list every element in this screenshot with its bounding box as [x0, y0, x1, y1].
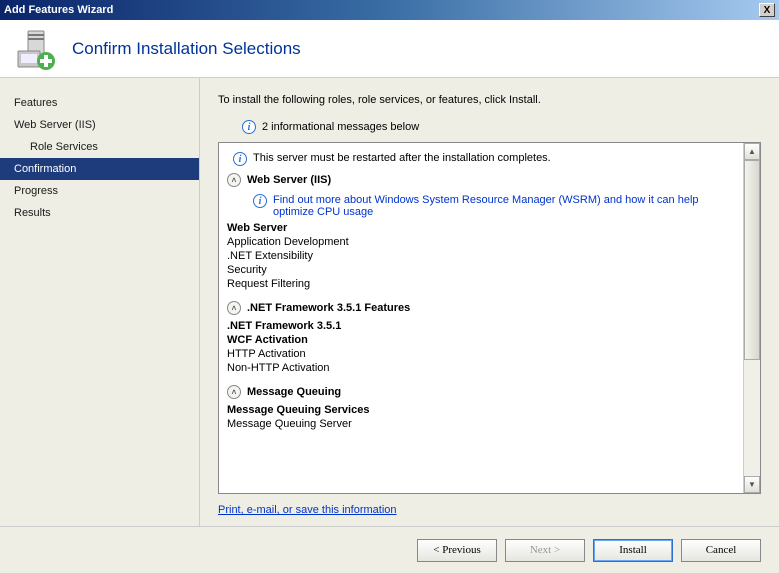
selections-panel: i This server must be restarted after th… — [218, 142, 761, 494]
section-header-netfx: ˄ .NET Framework 3.5.1 Features — [227, 297, 735, 319]
item-msmq-services: Message Queuing Services — [227, 403, 735, 417]
sidebar-item-role-services[interactable]: Role Services — [0, 136, 199, 158]
sidebar-item-features[interactable]: Features — [0, 92, 199, 114]
scroll-up-button[interactable]: ▲ — [744, 143, 760, 160]
scrollbar[interactable]: ▲ ▼ — [743, 143, 760, 493]
intro-text: To install the following roles, role ser… — [218, 94, 761, 106]
wizard-icon — [14, 27, 58, 71]
previous-button[interactable]: < Previous — [417, 539, 497, 562]
info-count-text: 2 informational messages below — [262, 121, 419, 133]
page-title: Confirm Installation Selections — [72, 39, 301, 59]
restart-message-row: i This server must be restarted after th… — [227, 149, 735, 169]
wizard-body: Features Web Server (IIS) Role Services … — [0, 78, 779, 526]
title-bar: Add Features Wizard X — [0, 0, 779, 20]
section-header-msmq: ˄ Message Queuing — [227, 381, 735, 403]
item-web-server: Web Server — [227, 221, 735, 235]
item-security: Security — [227, 263, 735, 277]
sidebar-item-confirmation[interactable]: Confirmation — [0, 158, 199, 180]
wsrm-link[interactable]: Find out more about Windows System Resou… — [273, 194, 735, 218]
info-icon: i — [253, 194, 267, 208]
install-button[interactable]: Install — [593, 539, 673, 562]
sidebar-item-progress[interactable]: Progress — [0, 180, 199, 202]
sidebar: Features Web Server (IIS) Role Services … — [0, 78, 200, 526]
section-header-iis: ˄ Web Server (IIS) — [227, 169, 735, 191]
wsrm-row: i Find out more about Windows System Res… — [227, 191, 735, 221]
collapse-icon[interactable]: ˄ — [227, 385, 241, 399]
scroll-down-button[interactable]: ▼ — [744, 476, 760, 493]
sidebar-item-results[interactable]: Results — [0, 202, 199, 224]
scroll-thumb[interactable] — [744, 160, 760, 360]
section-title: Message Queuing — [247, 386, 341, 398]
next-button: Next > — [505, 539, 585, 562]
info-icon: i — [233, 152, 247, 166]
item-wcf: WCF Activation — [227, 333, 735, 347]
close-button[interactable]: X — [759, 3, 775, 17]
item-app-dev: Application Development — [227, 235, 735, 249]
scroll-track[interactable] — [744, 160, 760, 476]
wizard-header: Confirm Installation Selections — [0, 20, 779, 78]
wizard-footer: < Previous Next > Install Cancel — [0, 526, 779, 573]
main-content: To install the following roles, role ser… — [200, 78, 779, 526]
section-title: .NET Framework 3.5.1 Features — [247, 302, 410, 314]
section-title: Web Server (IIS) — [247, 174, 331, 186]
panel-content: i This server must be restarted after th… — [219, 143, 743, 493]
item-net-ext: .NET Extensibility — [227, 249, 735, 263]
collapse-icon[interactable]: ˄ — [227, 301, 241, 315]
item-req-filter: Request Filtering — [227, 277, 735, 291]
restart-message: This server must be restarted after the … — [253, 152, 551, 164]
sidebar-item-web-server-iis[interactable]: Web Server (IIS) — [0, 114, 199, 136]
collapse-icon[interactable]: ˄ — [227, 173, 241, 187]
item-http-activation: HTTP Activation — [227, 347, 735, 361]
item-net351: .NET Framework 3.5.1 — [227, 319, 735, 333]
print-email-save-link[interactable]: Print, e-mail, or save this information — [218, 504, 761, 516]
info-icon: i — [242, 120, 256, 134]
cancel-button[interactable]: Cancel — [681, 539, 761, 562]
item-msmq-server: Message Queuing Server — [227, 417, 735, 431]
info-messages-row: i 2 informational messages below — [242, 120, 761, 134]
item-nonhttp-activation: Non-HTTP Activation — [227, 361, 735, 375]
window-title: Add Features Wizard — [4, 4, 113, 16]
